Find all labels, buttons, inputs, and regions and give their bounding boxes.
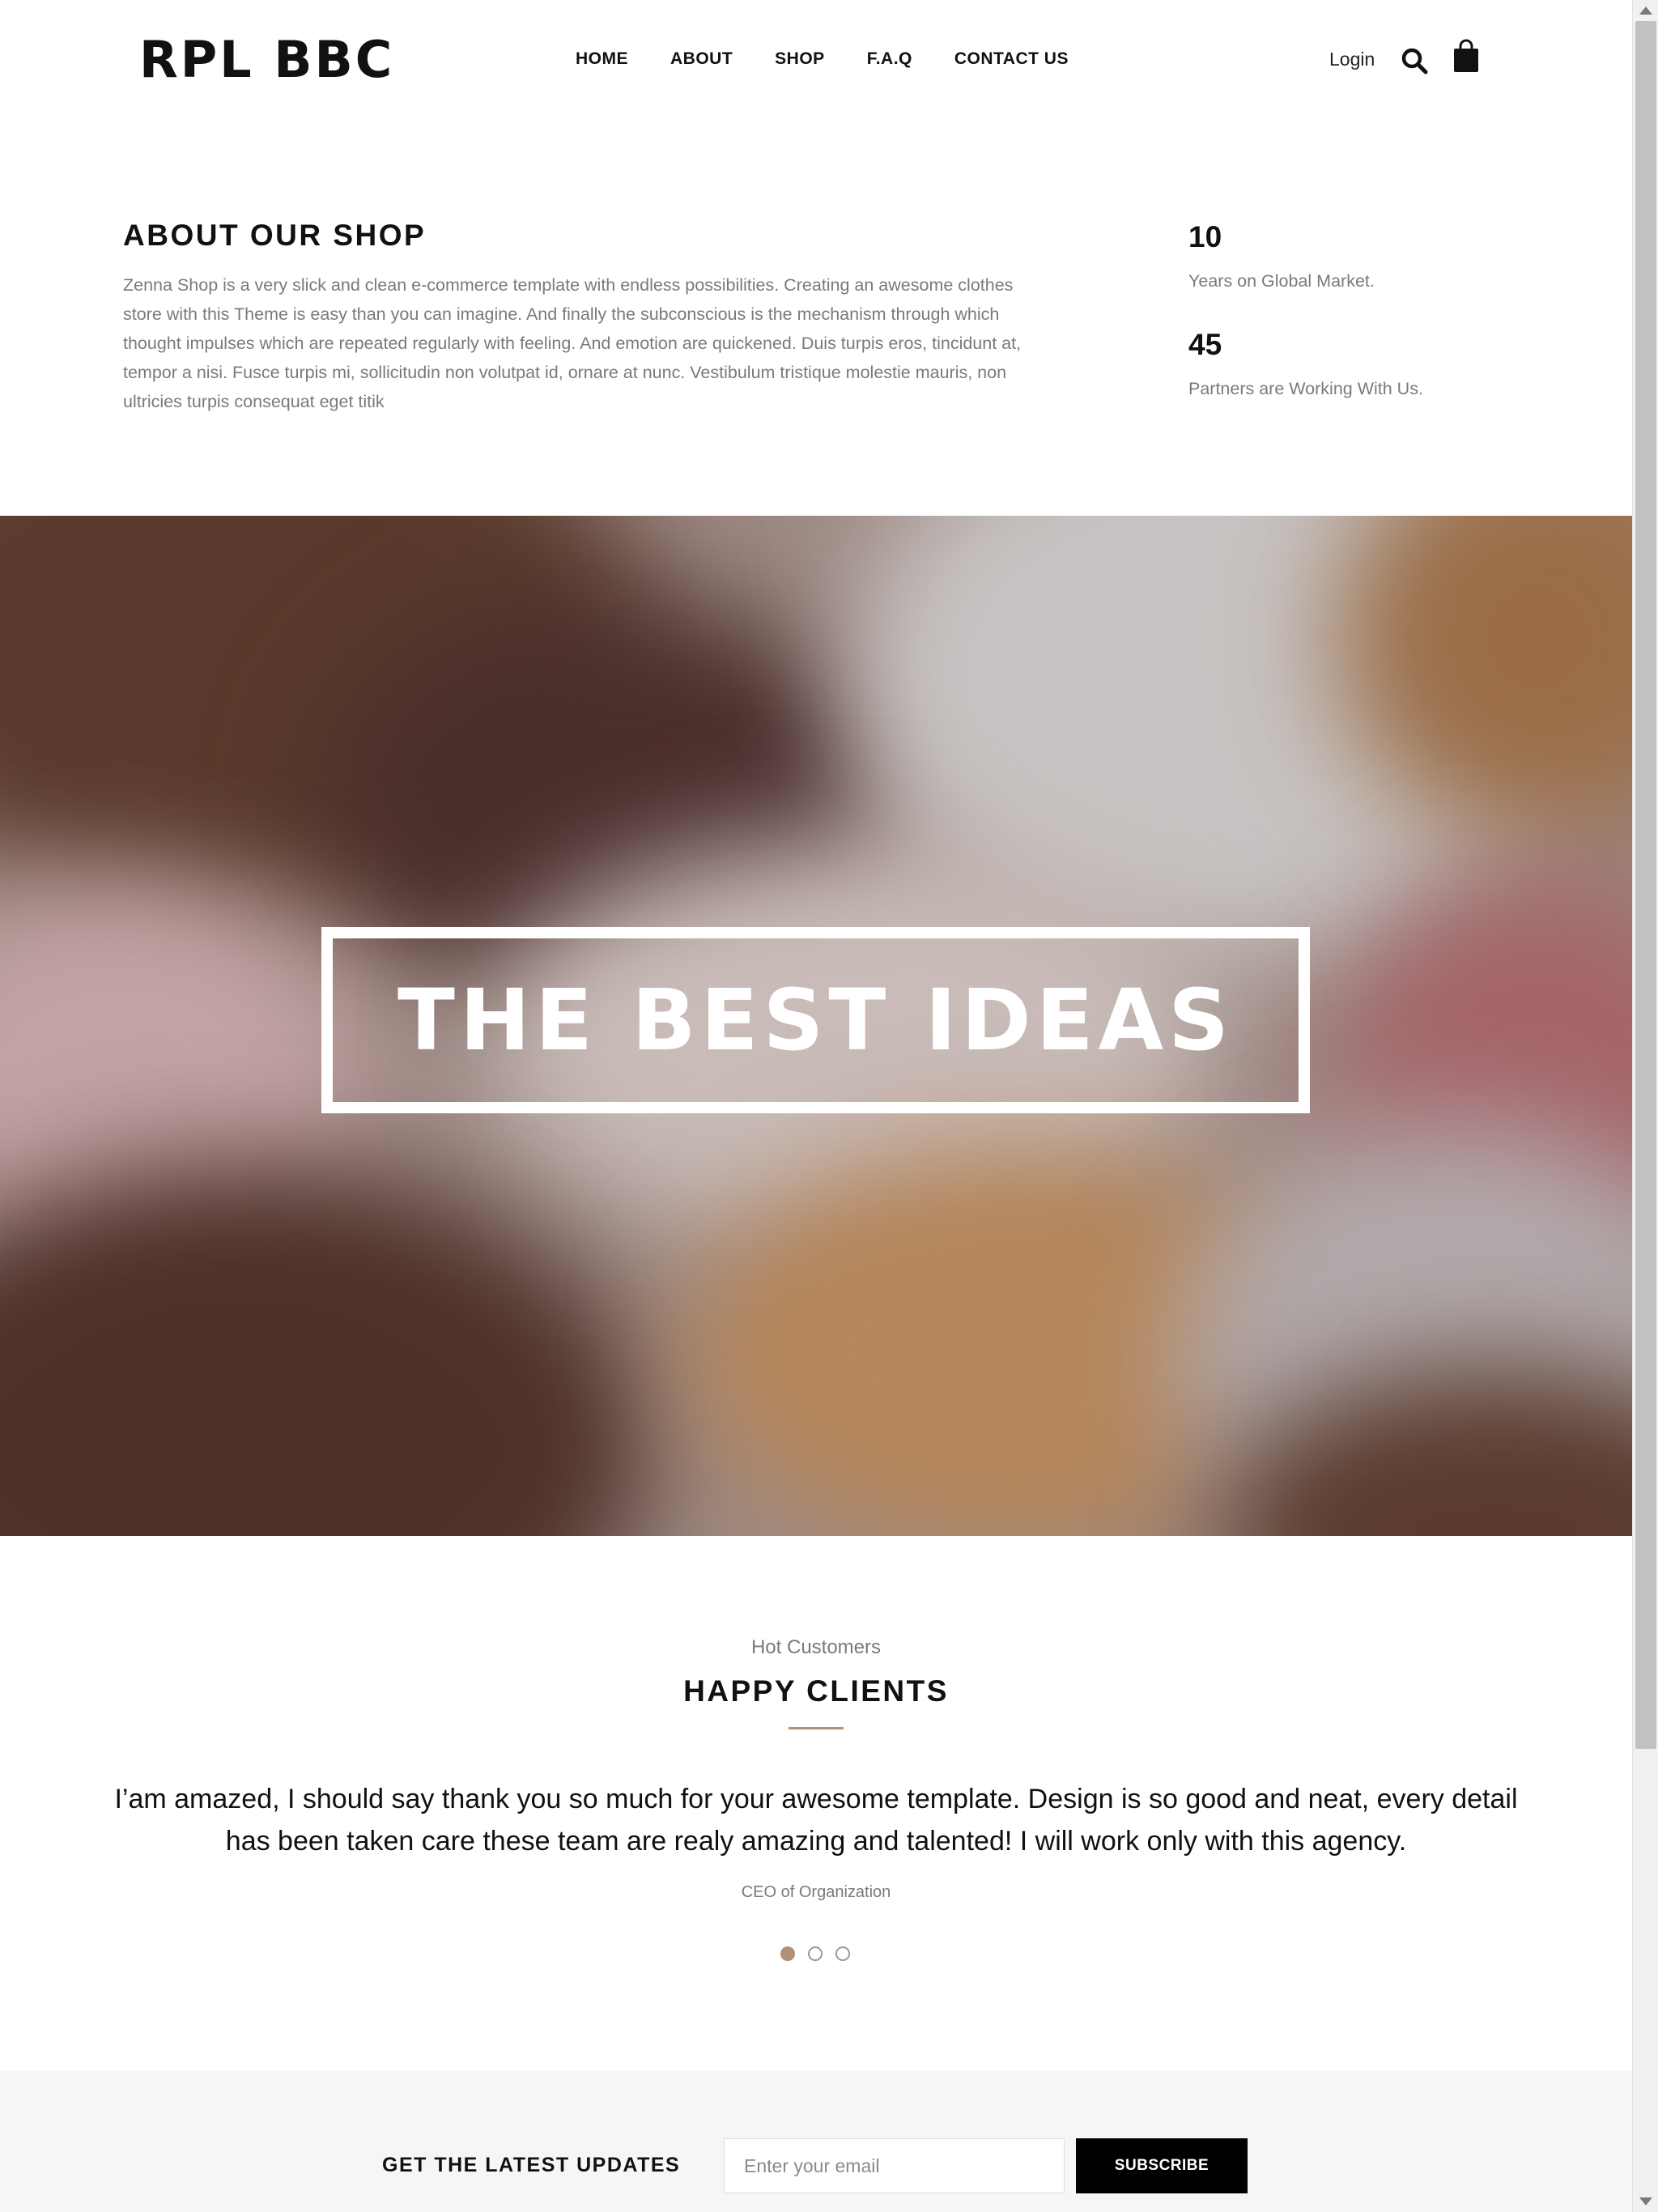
about-text: Zenna Shop is a very slick and clean e-c… <box>123 275 1022 411</box>
clients-title: HAPPY CLIENTS <box>683 1674 949 1708</box>
shopping-bag-icon[interactable] <box>1452 39 1480 73</box>
title-divider <box>789 1727 844 1729</box>
search-icon[interactable] <box>1401 47 1428 74</box>
stat-partners: 45 Partners are Working With Us. <box>1188 326 1423 401</box>
hero-title: THE BEST IDEAS <box>397 971 1235 1070</box>
nav-shop[interactable]: SHOP <box>775 47 825 71</box>
site-logo[interactable]: RPL BBC <box>139 31 394 89</box>
nav-home[interactable]: HOME <box>576 47 628 71</box>
hero-banner: THE BEST IDEAS <box>0 516 1632 1536</box>
scroll-down-arrow-icon[interactable] <box>1639 2197 1652 2206</box>
login-link[interactable]: Login <box>1329 47 1375 71</box>
stat-number: 45 <box>1188 328 1222 361</box>
stat-years: 10 Years on Global Market. <box>1188 219 1375 293</box>
testimonial-quote: I’am amazed, I should say thank you so m… <box>114 1784 1518 1857</box>
hero-background-blur <box>0 1163 648 1536</box>
subscribe-button[interactable]: SUBSCRIBE <box>1076 2138 1248 2193</box>
page: RPL BBC HOME ABOUT SHOP F.A.Q CONTACT US… <box>0 0 1632 2212</box>
stat-label: Years on Global Market. <box>1188 271 1375 291</box>
newsletter-label: GET THE LATEST UPDATES <box>382 2154 681 2176</box>
nav-contact-us[interactable]: CONTACT US <box>954 47 1069 71</box>
scroll-up-arrow-icon[interactable] <box>1639 6 1652 15</box>
hero-title-frame: THE BEST IDEAS <box>321 927 1310 1113</box>
stat-number: 10 <box>1188 220 1222 253</box>
main-nav: HOME ABOUT SHOP F.A.Q CONTACT US <box>576 47 1069 71</box>
nav-faq[interactable]: F.A.Q <box>867 47 912 71</box>
carousel-dot-2[interactable] <box>808 1946 823 1961</box>
email-input[interactable] <box>724 2138 1065 2193</box>
scrollbar-thumb[interactable] <box>1635 21 1656 1749</box>
carousel-dot-1[interactable] <box>780 1946 795 1961</box>
testimonial-author: CEO of Organization <box>741 1883 891 1901</box>
about-title: ABOUT OUR SHOP <box>123 219 427 252</box>
newsletter-section: GET THE LATEST UPDATES SUBSCRIBE <box>0 2071 1632 2212</box>
page-scrollbar[interactable] <box>1632 0 1658 2212</box>
carousel-dots <box>780 1946 850 1961</box>
clients-subtitle: Hot Customers <box>750 1636 882 1658</box>
nav-about[interactable]: ABOUT <box>670 47 733 71</box>
stat-label: Partners are Working With Us. <box>1188 379 1423 398</box>
carousel-dot-3[interactable] <box>835 1946 850 1961</box>
site-header: RPL BBC HOME ABOUT SHOP F.A.Q CONTACT US… <box>0 0 1632 121</box>
